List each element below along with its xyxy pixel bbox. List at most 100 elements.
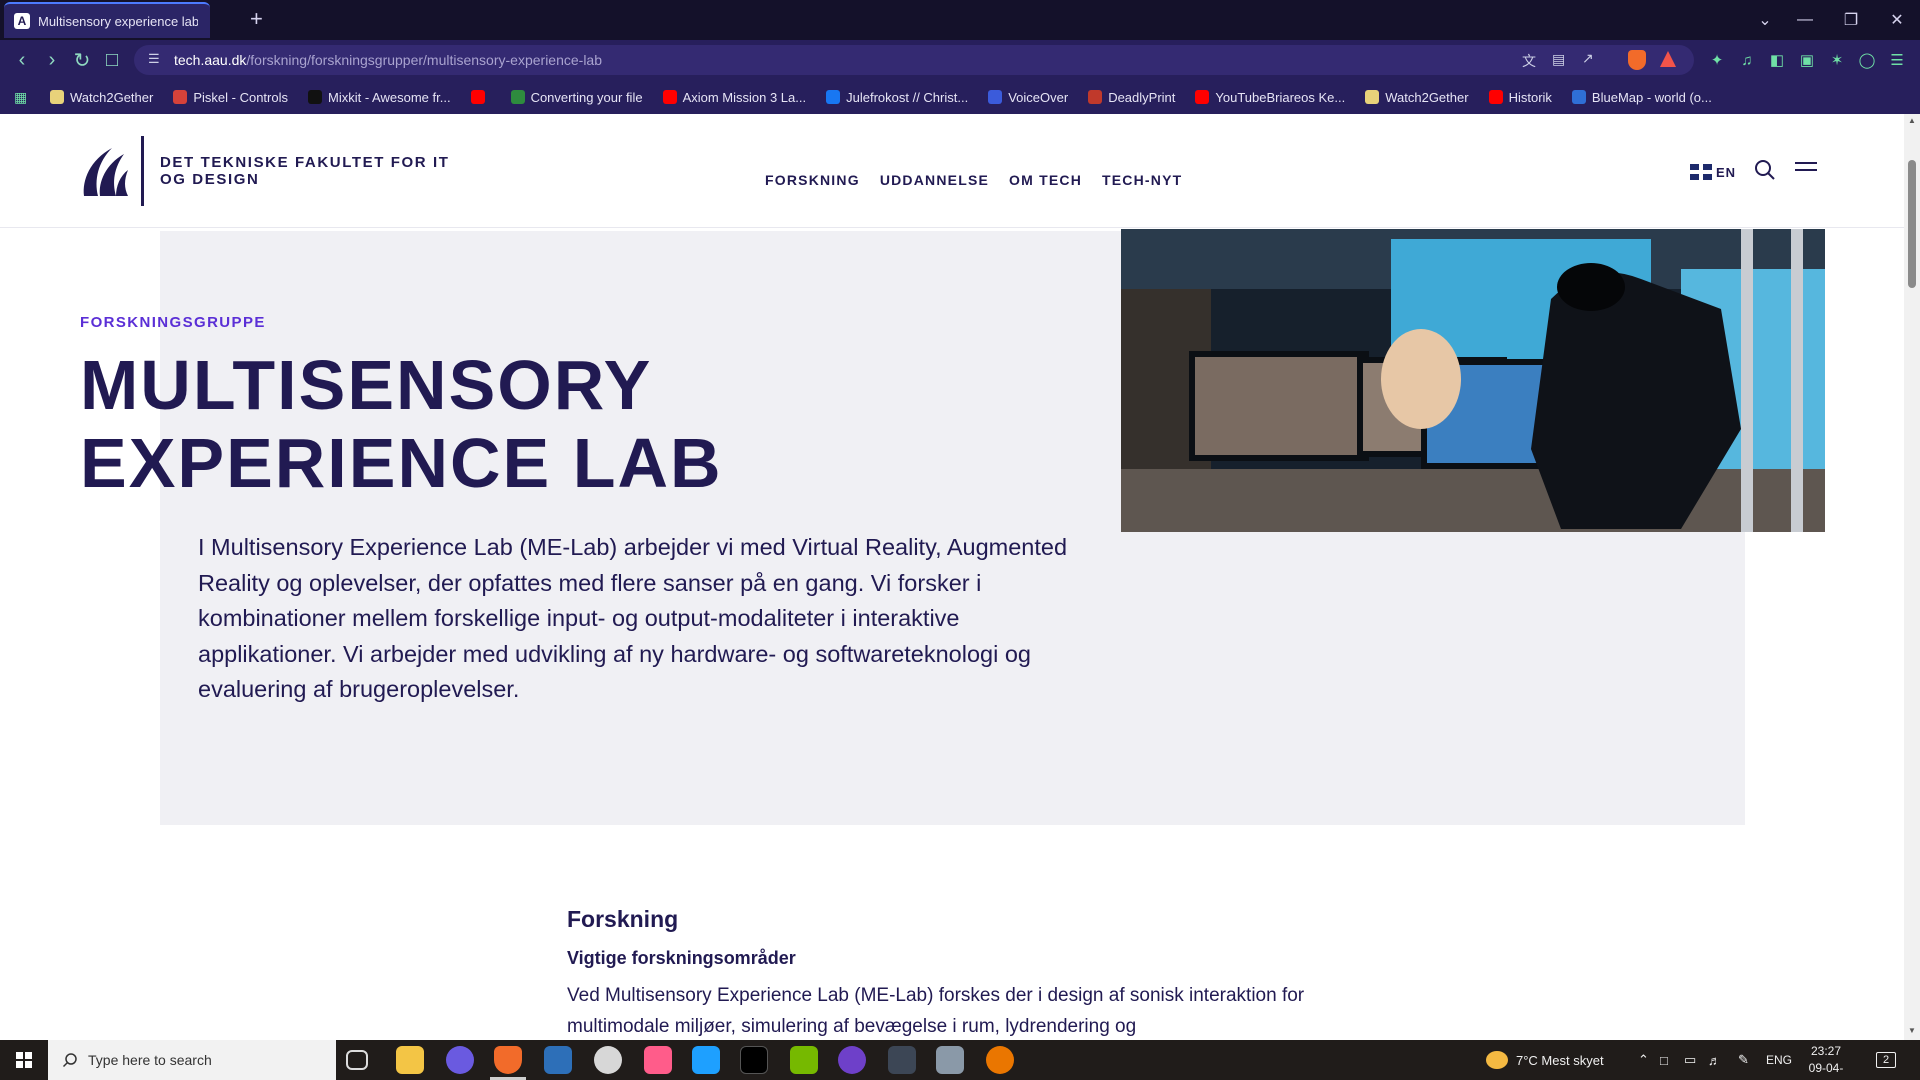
- input-language[interactable]: ENG: [1766, 1040, 1792, 1080]
- restore-button[interactable]: ❐: [1828, 0, 1874, 40]
- forward-icon[interactable]: ›: [40, 48, 64, 72]
- bookmark-item[interactable]: Watch2Gether: [1365, 90, 1469, 105]
- piskel-icon: [173, 90, 188, 104]
- tray-chevron-icon[interactable]: ⌃: [1638, 1040, 1649, 1080]
- brave-browser-icon[interactable]: [494, 1046, 522, 1074]
- taskbar-search-box[interactable]: Type here to search: [48, 1040, 336, 1080]
- bookmark-icon[interactable]: □: [100, 48, 124, 72]
- faculty-name[interactable]: DET TEKNISKE FAKULTET FOR IT OG DESIGN: [160, 154, 450, 188]
- browser-tab-active[interactable]: A Multisensory experience lab - A: [4, 2, 210, 38]
- discord-icon[interactable]: [446, 1046, 474, 1074]
- hero-image-vr-lab: [1121, 229, 1825, 532]
- bookmark-label: Watch2Gether: [70, 89, 154, 105]
- windows-logo-icon: [16, 1052, 32, 1068]
- scroll-down-icon[interactable]: ▼: [1908, 1026, 1916, 1035]
- volume-icon[interactable]: ♬: [1708, 1040, 1721, 1080]
- bookmarks-bar: ▦ Watch2Gether Piskel - Controls Mixkit - …: [0, 80, 1920, 114]
- extensions-icon[interactable]: ✦: [1706, 49, 1728, 71]
- bookmark-item[interactable]: YouTubeBriareos Ke...: [1195, 90, 1345, 105]
- wallet-icon[interactable]: ▣: [1796, 49, 1818, 71]
- reader-mode-icon[interactable]: ▤: [1552, 51, 1565, 68]
- reload-icon[interactable]: ↻: [70, 48, 94, 72]
- app-epic-icon[interactable]: [740, 1046, 768, 1074]
- unity-icon[interactable]: [888, 1046, 916, 1074]
- app-editor-icon[interactable]: [544, 1046, 572, 1074]
- bookmark-label: Converting your file: [530, 89, 643, 105]
- nav-forskning[interactable]: FORSKNING: [765, 172, 860, 188]
- nav-tech-nyt[interactable]: TECH-NYT: [1102, 172, 1182, 188]
- notification-center-icon[interactable]: 2: [1876, 1040, 1896, 1080]
- apps-grid-icon[interactable]: ▦: [14, 89, 30, 105]
- pen-tray-icon[interactable]: ✎: [1738, 1040, 1749, 1080]
- start-button[interactable]: [0, 1040, 48, 1080]
- nav-uddannelse[interactable]: UDDANNELSE: [880, 172, 989, 188]
- watch2gether-icon: [50, 90, 64, 104]
- new-tab-button[interactable]: +: [250, 8, 263, 30]
- brave-shields-icon[interactable]: [1628, 50, 1646, 70]
- bookmark-item[interactable]: DeadlyPrint: [1088, 90, 1175, 105]
- brave-rewards-icon[interactable]: [1660, 51, 1676, 67]
- bookmark-item[interactable]: Piskel - Controls: [173, 90, 288, 105]
- back-icon[interactable]: ‹: [10, 48, 34, 72]
- bookmark-item[interactable]: Mixkit - Awesome fr...: [307, 90, 451, 105]
- network-icon[interactable]: ▭: [1684, 1040, 1696, 1080]
- bookmark-item[interactable]: Converting your file: [510, 89, 643, 105]
- app-creative-icon[interactable]: [644, 1046, 672, 1074]
- tray-device-icon[interactable]: □: [1660, 1040, 1668, 1080]
- windows-taskbar: Type here to search 7°C Mest skyet ⌃ □ ▭…: [0, 1040, 1920, 1080]
- sidebar-icon[interactable]: ◧: [1766, 49, 1788, 71]
- tab-title: Multisensory experience lab - A: [38, 13, 198, 29]
- bookmark-item[interactable]: Watch2Gether: [50, 90, 153, 105]
- browser-toolbar: ‹ › ↻ □ ☰ tech.aau.dk/forskning/forsknin…: [0, 40, 1920, 80]
- blender-icon[interactable]: [986, 1046, 1014, 1074]
- close-window-button[interactable]: ✕: [1874, 0, 1920, 40]
- weather-widget[interactable]: 7°C Mest skyet: [1486, 1040, 1604, 1080]
- site-info-icon[interactable]: ☰: [148, 51, 160, 67]
- youtube-icon: [1195, 90, 1210, 104]
- site-header: DET TEKNISKE FAKULTET FOR IT OG DESIGN F…: [0, 114, 1904, 228]
- github-desktop-icon[interactable]: [838, 1046, 866, 1074]
- system-clock[interactable]: 23:27 09-04-2025: [1798, 1043, 1854, 1080]
- file-explorer-icon[interactable]: [396, 1046, 424, 1074]
- media-icon[interactable]: ♫: [1736, 49, 1758, 71]
- unity-hub-icon[interactable]: [936, 1046, 964, 1074]
- search-icon[interactable]: [1753, 158, 1777, 182]
- app-pen-icon[interactable]: [692, 1046, 720, 1074]
- bookmark-label: Historik: [1508, 89, 1552, 105]
- research-heading: Forskning: [567, 906, 679, 932]
- aau-logo-icon[interactable]: [78, 144, 130, 200]
- address-bar[interactable]: ☰ tech.aau.dk/forskning/forskningsgruppe…: [134, 45, 1694, 75]
- nav-om-tech[interactable]: OM TECH: [1009, 172, 1082, 188]
- scroll-up-icon[interactable]: ▲: [1908, 116, 1916, 125]
- translate-icon[interactable]: 文: [1522, 51, 1536, 71]
- share-icon[interactable]: ↗: [1582, 50, 1594, 67]
- bookmark-item[interactable]: Julefrokost // Christ...: [826, 90, 968, 105]
- clock-time: 23:27: [1810, 1044, 1842, 1058]
- bookmark-item[interactable]: VoiceOver: [988, 90, 1068, 105]
- vpn-icon[interactable]: ◯: [1856, 49, 1878, 71]
- leo-ai-icon[interactable]: ✶: [1826, 49, 1848, 71]
- bookmark-label: DeadlyPrint: [1108, 89, 1176, 105]
- bookmark-label: Axiom Mission 3 La...: [682, 89, 807, 105]
- nvidia-icon[interactable]: [790, 1046, 818, 1074]
- page-scrollbar[interactable]: ▲ ▼: [1904, 114, 1920, 1040]
- language-switch[interactable]: EN: [1690, 164, 1736, 180]
- bookmark-item[interactable]: [470, 90, 491, 104]
- page-title: MULTISENSORY EXPERIENCE LAB: [80, 346, 723, 502]
- browser-tab-bar: A Multisensory experience lab - A + ⌄ — …: [0, 0, 1920, 40]
- bookmark-item[interactable]: BlueMap - world (o...: [1571, 90, 1712, 105]
- hamburger-menu-icon[interactable]: [1795, 162, 1817, 178]
- uk-flag-icon: [1690, 164, 1712, 180]
- minimize-button[interactable]: —: [1782, 0, 1828, 40]
- bookmark-item[interactable]: Historik: [1488, 89, 1552, 105]
- app-game-icon[interactable]: [594, 1046, 622, 1074]
- facebook-icon: [826, 90, 841, 104]
- url-text[interactable]: tech.aau.dk/forskning/forskningsgrupper/…: [174, 52, 602, 68]
- scroll-thumb[interactable]: [1908, 160, 1916, 288]
- bookmark-item[interactable]: Axiom Mission 3 La...: [662, 89, 807, 105]
- youtube-icon: [662, 90, 677, 104]
- watch2gether-icon: [1365, 90, 1380, 104]
- browser-menu-icon[interactable]: ☰: [1886, 49, 1908, 71]
- convert-icon: [510, 90, 525, 104]
- task-view-icon[interactable]: [346, 1050, 368, 1070]
